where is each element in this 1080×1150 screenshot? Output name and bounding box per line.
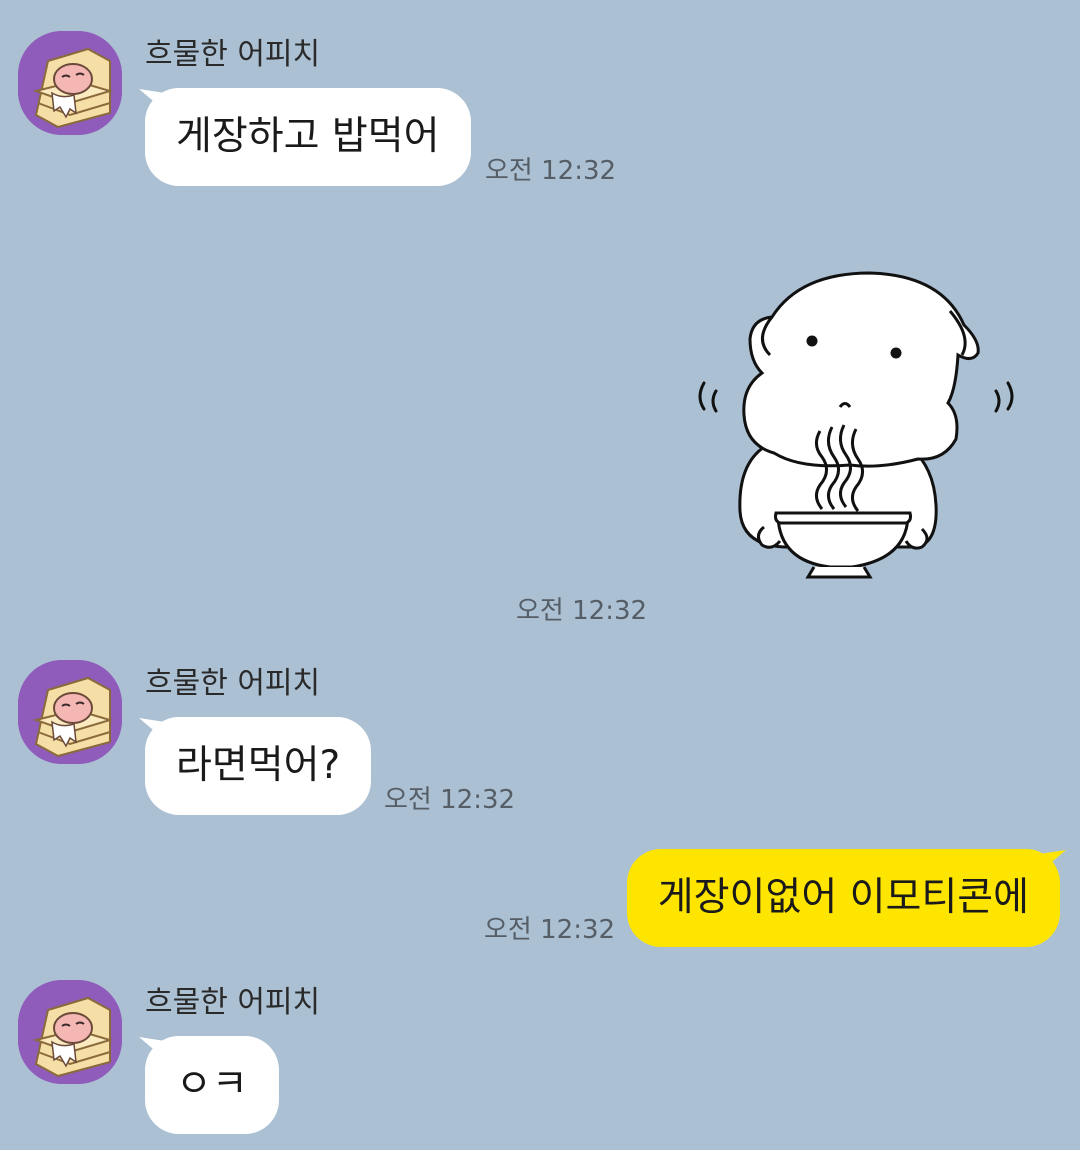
message-timestamp: 오전 12:32 (516, 596, 648, 626)
message-timestamp: 오전 12:32 (484, 915, 616, 945)
message-timestamp: 오전 12:32 (485, 156, 617, 186)
message-bubble[interactable]: ㅇㅋ (145, 1036, 279, 1134)
contact-avatar[interactable] (18, 980, 122, 1084)
peach-character-icon (18, 980, 122, 1084)
peach-character-icon (18, 31, 122, 135)
white-dog-eating-noodles-sticker[interactable] (680, 255, 1040, 595)
sender-name: 흐물한 어피치 (145, 985, 321, 1020)
contact-avatar[interactable] (18, 660, 122, 764)
sender-name: 흐물한 어피치 (145, 666, 321, 701)
bubble-tail (1040, 850, 1066, 872)
sender-name: 흐물한 어피치 (145, 37, 321, 72)
message-bubble[interactable]: 게장하고 밥먹어 (145, 88, 471, 186)
message-bubble[interactable]: 게장이없어 이모티콘에 (626, 849, 1060, 947)
message-timestamp: 오전 12:32 (384, 785, 516, 815)
message-bubble[interactable]: 라면먹어? (145, 717, 372, 815)
contact-avatar[interactable] (18, 31, 122, 135)
peach-character-icon (18, 660, 122, 764)
